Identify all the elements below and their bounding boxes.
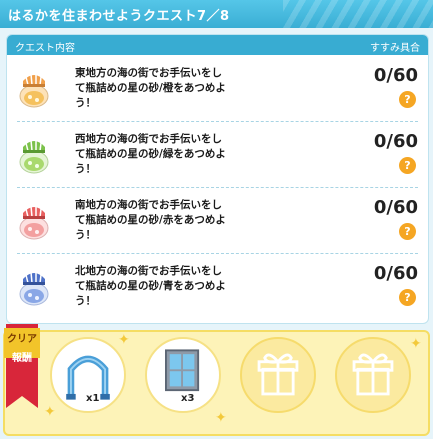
quest-list-header: クエスト内容 すすみ具合 xyxy=(7,35,428,55)
gift-box-icon xyxy=(257,353,299,396)
quest-progress: 0/60 xyxy=(373,65,418,86)
title-bar-decoration xyxy=(283,0,433,28)
green-star-sand-jar-icon xyxy=(19,139,49,174)
reward-slot-4[interactable] xyxy=(335,337,411,413)
reward-slot-2[interactable]: x3 xyxy=(145,337,221,413)
quest-text-line: 北地方の海の街でお手伝いをし xyxy=(75,265,222,277)
quest-row-south: 南地方の海の街でお手伝いをし て瓶詰めの星の砂/赤をあつめよ う！ 0/60 ? xyxy=(7,189,428,254)
quest-text-line: て瓶詰めの星の砂/赤をあつめよ xyxy=(75,214,226,226)
help-icon[interactable]: ? xyxy=(399,223,416,240)
reward-label: クリア 報酬 xyxy=(6,333,38,365)
reward-slot-3[interactable] xyxy=(240,337,316,413)
quest-progress: 0/60 xyxy=(373,197,418,218)
row-divider xyxy=(17,121,418,122)
progress-header: すすみ具合 xyxy=(370,43,420,54)
quest-text-line: 南地方の海の街でお手伝いをし xyxy=(75,199,222,211)
row-divider xyxy=(17,253,418,254)
reward-label-line1: クリア xyxy=(7,334,37,345)
quest-row-west: 西地方の海の街でお手伝いをし て瓶詰めの星の砂/緑をあつめよ う！ 0/60 ? xyxy=(7,123,428,188)
quest-content-header: クエスト内容 xyxy=(15,43,75,54)
window-title: はるかを住まわせようクエスト7／8 xyxy=(8,9,230,24)
quest-description: 東地方の海の街でお手伝いをし て瓶詰めの星の砂/橙をあつめよ う！ xyxy=(75,66,280,111)
quest-text-line: て瓶詰めの星の砂/青をあつめよ xyxy=(75,280,226,292)
quest-text-line: 東地方の海の街でお手伝いをし xyxy=(75,67,222,79)
quest-description: 西地方の海の街でお手伝いをし て瓶詰めの星の砂/緑をあつめよ う！ xyxy=(75,132,280,177)
quest-text-line: う！ xyxy=(75,97,96,109)
quest-progress: 0/60 xyxy=(373,131,418,152)
quest-text-line: う！ xyxy=(75,163,96,175)
blue-star-sand-jar-icon xyxy=(19,271,49,306)
quest-list-panel: クエスト内容 すすみ具合 東地方の海の街でお手伝いをし て瓶詰めの星の砂/橙をあ… xyxy=(6,34,429,324)
title-bar: はるかを住まわせようクエスト7／8 xyxy=(0,0,433,28)
row-divider xyxy=(17,187,418,188)
quest-progress: 0/60 xyxy=(373,263,418,284)
quest-text-line: う！ xyxy=(75,229,96,241)
quest-row-east: 東地方の海の街でお手伝いをし て瓶詰めの星の砂/橙をあつめよ う！ 0/60 ? xyxy=(7,57,428,122)
reward-slot-1[interactable]: x1 xyxy=(50,337,126,413)
sparkle-icon: ✦ xyxy=(410,336,422,352)
quest-text-line: て瓶詰めの星の砂/緑をあつめよ xyxy=(75,148,226,160)
help-icon[interactable]: ? xyxy=(399,91,416,108)
quest-text-line: 西地方の海の街でお手伝いをし xyxy=(75,133,222,145)
quest-text-line: う！ xyxy=(75,295,96,307)
red-star-sand-jar-icon xyxy=(19,205,49,240)
reward-quantity: x1 xyxy=(86,393,100,404)
sparkle-icon: ✦ xyxy=(118,332,130,348)
reward-quantity: x3 xyxy=(181,393,195,404)
quest-row-north: 北地方の海の街でお手伝いをし て瓶詰めの星の砂/青をあつめよ う！ 0/60 ? xyxy=(7,255,428,320)
help-icon[interactable]: ? xyxy=(399,157,416,174)
help-icon[interactable]: ? xyxy=(399,289,416,306)
quest-text-line: て瓶詰めの星の砂/橙をあつめよ xyxy=(75,82,226,94)
reward-label-line2: 報酬 xyxy=(12,353,32,364)
sparkle-icon: ✦ xyxy=(44,404,56,420)
gift-box-icon xyxy=(352,353,394,396)
quest-window: はるかを住まわせようクエスト7／8 クエスト内容 すすみ具合 東地方の海の街でお… xyxy=(0,0,433,439)
sparkle-icon: ✦ xyxy=(215,410,227,426)
quest-description: 北地方の海の街でお手伝いをし て瓶詰めの星の砂/青をあつめよ う！ xyxy=(75,264,280,309)
orange-star-sand-jar-icon xyxy=(19,73,49,108)
quest-description: 南地方の海の街でお手伝いをし て瓶詰めの星の砂/赤をあつめよ う！ xyxy=(75,198,280,243)
